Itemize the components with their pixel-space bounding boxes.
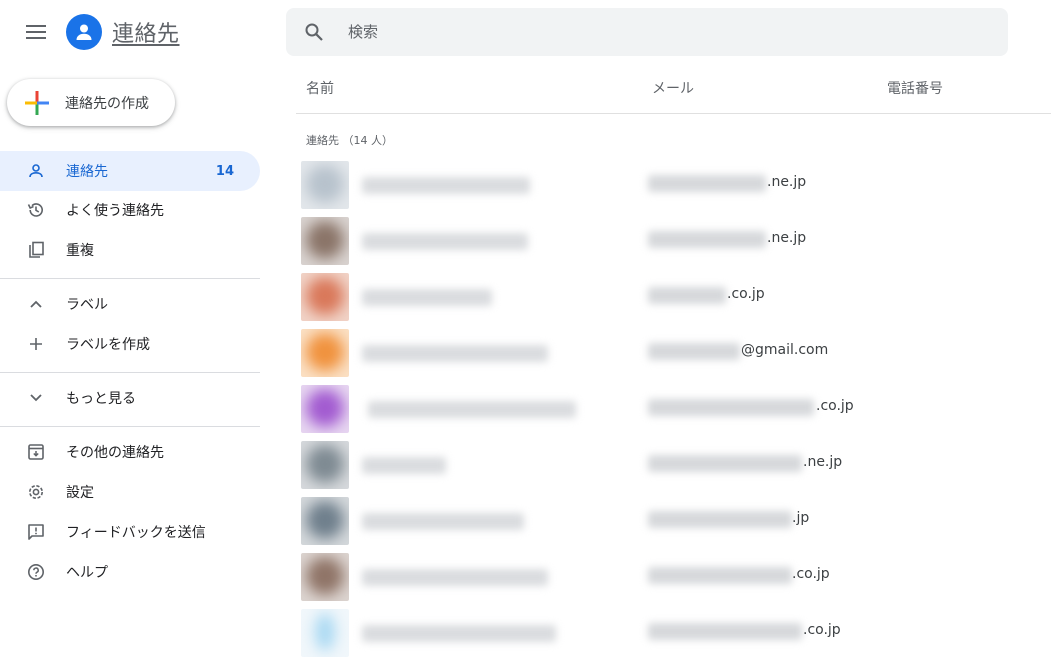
sidebar-item-more[interactable]: もっと見る [0,378,260,418]
sidebar-item-label: ラベル [66,297,108,313]
name-redacted [362,569,548,586]
person-icon [26,161,46,181]
email-domain: .ne.jp [767,174,807,190]
sidebar-item-frequent[interactable]: よく使う連絡先 [0,190,260,230]
table-row[interactable]: @gmail.com [296,325,1051,381]
sidebar-item-duplicates[interactable]: 重複 [0,230,260,270]
column-header-phone[interactable]: 電話番号 [887,78,943,98]
colorful-plus-icon [25,90,49,115]
name-redacted [362,289,492,306]
table-row[interactable]: .co.jp [296,605,1051,661]
name-redacted [362,177,530,194]
sidebar-item-other-contacts[interactable]: その他の連絡先 [0,432,260,472]
email-redacted [648,455,802,472]
avatar [301,217,349,265]
column-header-name[interactable]: 名前 [306,78,334,98]
table-row[interactable]: .co.jp [296,269,1051,325]
search-bar[interactable] [286,8,1008,56]
chevron-up-icon [26,294,46,314]
email-redacted [648,623,802,640]
name-redacted [362,345,548,362]
email-redacted [648,399,814,416]
plus-icon [26,334,46,354]
name-redacted [362,233,528,250]
sidebar-divider [0,426,260,427]
avatar [301,329,349,377]
sidebar-divider [0,372,260,373]
name-redacted [368,401,576,418]
column-header-email[interactable]: メール [652,78,694,98]
email-redacted [648,567,792,584]
create-contact-button[interactable]: 連絡先の作成 [7,79,175,126]
email-domain: @gmail.com [741,342,829,358]
help-icon [26,562,46,582]
sidebar-item-help[interactable]: ヘルプ [0,552,260,592]
email-redacted [648,287,726,304]
email-domain: .co.jp [727,286,765,302]
name-redacted [362,457,446,474]
contacts-group-label: 連絡先 （14 人） [306,134,393,147]
app-title[interactable]: 連絡先 [112,16,180,48]
email-domain: .co.jp [803,622,841,638]
avatar [301,497,349,545]
copy-icon [26,240,46,260]
sidebar-item-feedback[interactable]: フィードバックを送信 [0,512,260,552]
table-row[interactable]: .ne.jp [296,157,1051,213]
email-redacted [648,175,766,192]
avatar [301,553,349,601]
sidebar-item-label: 設定 [66,485,94,501]
table-row[interactable]: .co.jp [296,381,1051,437]
table-row[interactable]: .jp [296,493,1051,549]
sidebar-item-settings[interactable]: 設定 [0,472,260,512]
archive-icon [26,442,46,462]
email-redacted [648,231,766,248]
sidebar-item-labels[interactable]: ラベル [0,284,260,324]
sidebar-divider [0,278,260,279]
avatar [301,161,349,209]
search-input[interactable] [346,22,950,42]
sidebar-item-label: よく使う連絡先 [66,203,164,219]
table-row[interactable]: .co.jp [296,549,1051,605]
sidebar-item-label: 連絡先 [66,164,108,180]
sidebar-item-create-label[interactable]: ラベルを作成 [0,324,260,364]
history-icon [26,200,46,220]
create-contact-label: 連絡先の作成 [65,95,149,112]
sidebar-item-label: ラベルを作成 [66,337,150,353]
email-domain: .co.jp [792,566,830,582]
main-menu-button[interactable] [18,14,54,50]
avatar [301,609,349,657]
table-row[interactable]: .ne.jp [296,213,1051,269]
sidebar-item-contacts[interactable]: 連絡先 14 [0,151,260,191]
app-logo[interactable] [66,14,102,50]
email-domain: .ne.jp [803,454,843,470]
sidebar-item-label: 重複 [66,243,94,259]
email-domain: .co.jp [816,398,854,414]
avatar [301,385,349,433]
hamburger-menu-icon [26,25,46,39]
email-redacted [648,343,740,360]
email-domain: .ne.jp [767,230,807,246]
sidebar-item-label: フィードバックを送信 [66,525,206,541]
feedback-icon [26,522,46,542]
avatar [301,273,349,321]
name-redacted [362,625,556,642]
table-header-divider [296,113,1051,114]
sidebar-item-label: ヘルプ [66,565,108,581]
sidebar-item-label: もっと見る [66,391,136,407]
avatar [301,441,349,489]
email-domain: .jp [792,510,810,526]
chevron-down-icon [26,388,46,408]
sidebar-item-label: その他の連絡先 [66,445,164,461]
email-redacted [648,511,792,528]
contacts-count-badge: 14 [215,163,234,179]
person-circle-icon [76,24,92,40]
table-row[interactable]: .ne.jp [296,437,1051,493]
gear-icon [26,482,46,502]
search-icon[interactable] [302,20,326,44]
name-redacted [362,513,524,530]
